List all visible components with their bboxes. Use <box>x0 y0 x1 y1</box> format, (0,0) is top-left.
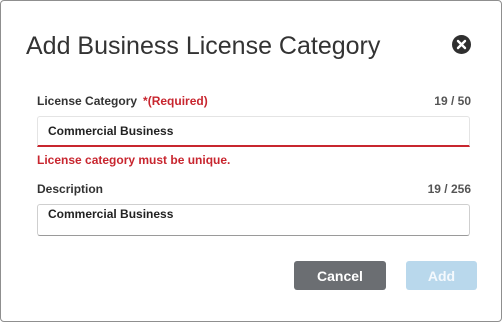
license-category-error: License category must be unique. <box>37 153 231 167</box>
description-label: Description <box>37 182 104 196</box>
required-marker: *(Required) <box>143 94 208 108</box>
add-button[interactable]: Add <box>406 261 477 290</box>
add-license-category-dialog: Add Business License Category License Ca… <box>0 0 502 322</box>
license-category-input[interactable] <box>37 116 470 147</box>
license-category-counter: 19 / 50 <box>434 94 471 108</box>
close-icon[interactable] <box>452 35 471 54</box>
cancel-button[interactable]: Cancel <box>294 261 386 290</box>
dialog-title: Add Business License Category <box>26 32 381 60</box>
description-textarea[interactable]: Commercial Business <box>37 204 470 236</box>
license-category-label: License Category *(Required) <box>37 93 208 109</box>
license-category-label-text: License Category <box>37 94 138 108</box>
description-counter: 19 / 256 <box>427 182 471 196</box>
